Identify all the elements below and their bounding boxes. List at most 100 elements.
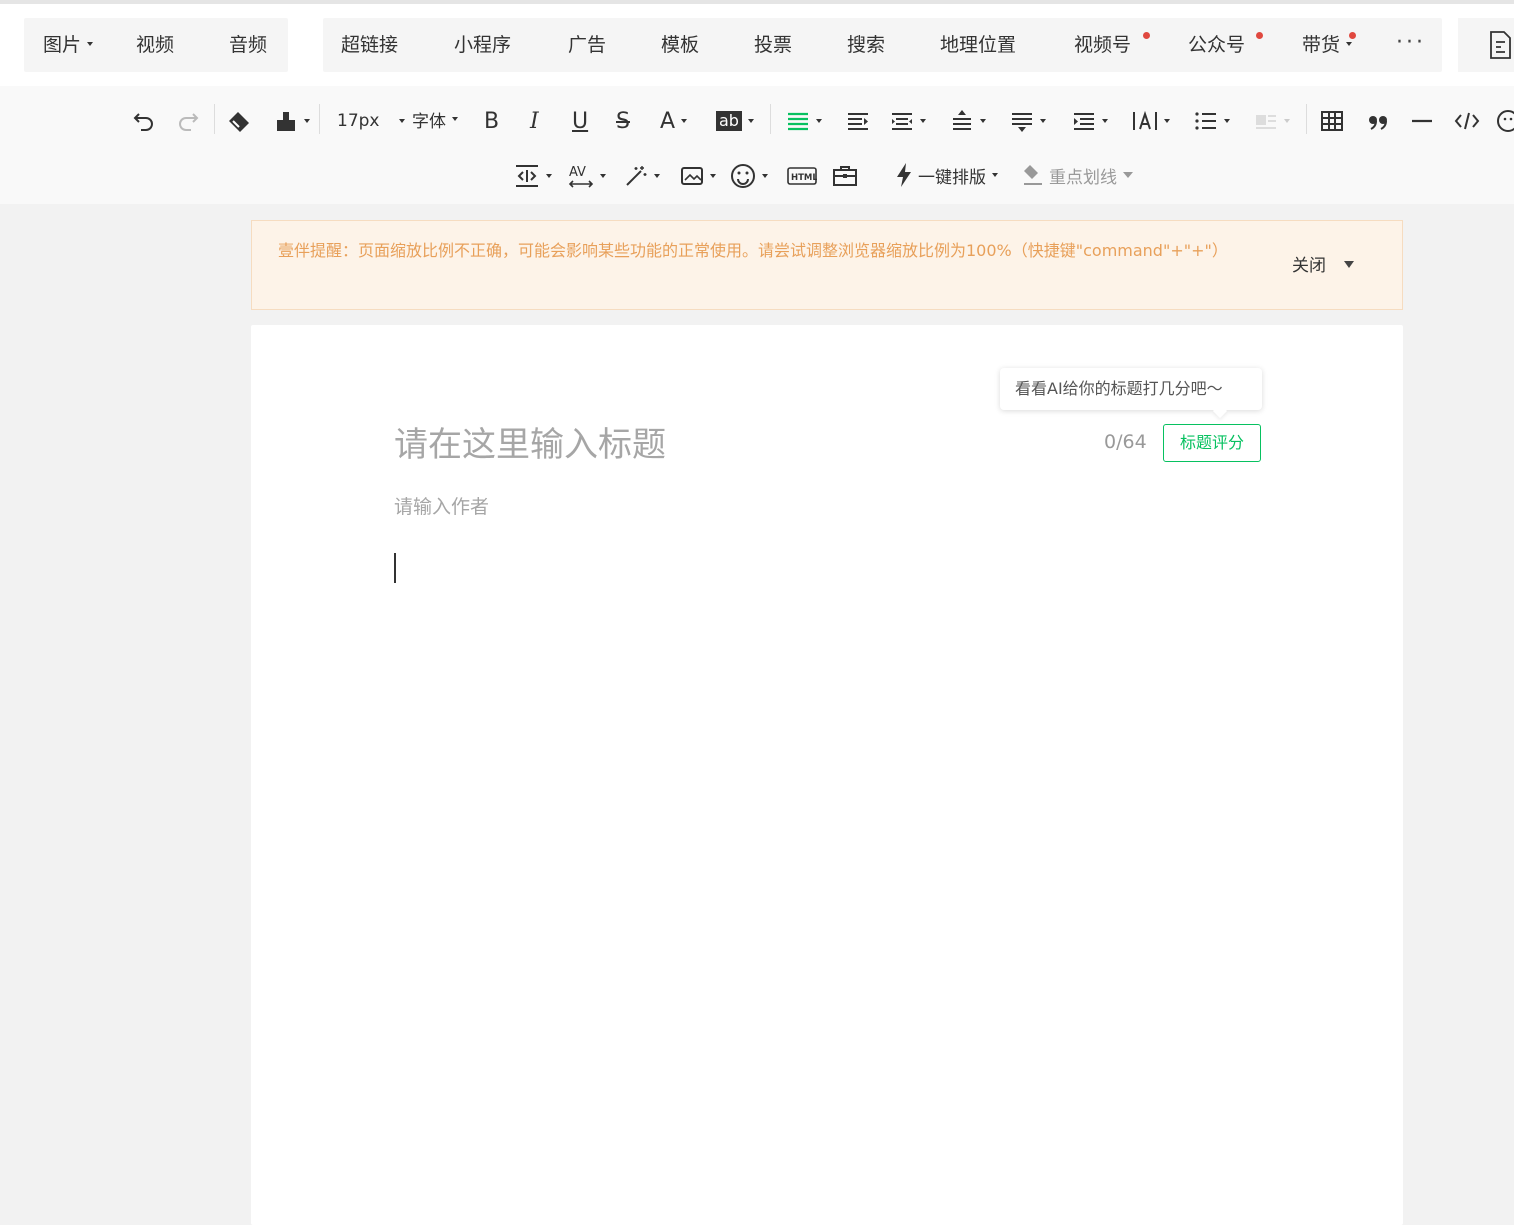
auto-layout-button[interactable]: 一键排版	[894, 160, 998, 190]
highlighter-icon	[1024, 165, 1042, 185]
insert-ad-button[interactable]: 广告	[568, 18, 606, 72]
emoji-button[interactable]	[1496, 106, 1514, 136]
highlight-underline-button[interactable]: 重点划线	[1022, 160, 1133, 190]
insert-search-button[interactable]: 搜索	[847, 18, 885, 72]
insert-template-button[interactable]: 模板	[661, 18, 699, 72]
author-input[interactable]	[394, 490, 894, 524]
insert-table-button[interactable]	[1320, 106, 1344, 136]
title-char-count: 0/64	[1104, 431, 1147, 453]
sticker-button[interactable]	[730, 161, 768, 191]
new-badge	[1143, 32, 1150, 39]
vertical-spacing-icon	[516, 165, 538, 187]
divider	[214, 104, 215, 134]
text-indent-icon	[1074, 113, 1094, 130]
margin-icon	[892, 113, 912, 130]
font-family-select[interactable]: 字体	[412, 104, 458, 134]
align-justify-icon	[788, 112, 808, 131]
list-button[interactable]	[1194, 106, 1230, 136]
toolbox-button[interactable]	[832, 161, 858, 191]
eraser-icon	[229, 112, 249, 132]
format-painter-button[interactable]	[274, 106, 310, 136]
lightning-icon	[897, 163, 911, 187]
insert-channels-button[interactable]: 视频号	[1074, 18, 1131, 72]
briefcase-icon	[833, 166, 857, 186]
align-button[interactable]	[786, 106, 822, 136]
underline-button[interactable]: U	[572, 106, 588, 136]
table-icon	[1321, 111, 1343, 131]
insert-toolbar: 图片 视频 音频 超链接 小程序 广告 模板 投票 搜索 地理位置 视频号 公众…	[0, 4, 1514, 86]
strikethrough-button[interactable]: S	[616, 106, 630, 136]
insert-audio-button[interactable]: 音频	[229, 18, 267, 72]
margin-button[interactable]	[890, 106, 926, 136]
insert-hyperlink-button[interactable]: 超链接	[341, 18, 398, 72]
side-panel-button[interactable]	[1458, 18, 1514, 72]
paragraph-spacing-button[interactable]	[950, 106, 986, 136]
letter-spacing-button[interactable]	[1132, 106, 1170, 136]
title-input[interactable]	[394, 420, 1084, 470]
paint-brush-icon	[277, 112, 295, 131]
spacing-icon	[953, 110, 971, 130]
av-spacing-icon: AV	[568, 165, 594, 188]
background-color-button[interactable]: ab	[716, 106, 754, 136]
undo-icon	[133, 113, 153, 131]
more-icon[interactable]: ···	[1396, 18, 1426, 72]
float-icon	[1256, 115, 1276, 129]
italic-button[interactable]: I	[530, 106, 539, 136]
insert-official-account-button[interactable]: 公众号	[1188, 18, 1245, 72]
float-button[interactable]	[1254, 106, 1290, 136]
html-icon: HTML	[787, 167, 817, 185]
chevron-down-icon	[87, 41, 94, 46]
magic-wand-icon	[626, 166, 647, 186]
document-icon	[1490, 31, 1511, 59]
font-color-button[interactable]: A	[660, 106, 688, 136]
quote-button[interactable]	[1366, 106, 1390, 136]
character-spacing-button[interactable]: AV	[568, 161, 606, 191]
emoji-icon	[731, 164, 755, 188]
line-spacing-button[interactable]	[1010, 106, 1046, 136]
html-button[interactable]: HTML	[787, 161, 817, 191]
image-icon	[681, 167, 703, 185]
content-editor[interactable]	[394, 547, 1260, 1147]
ai-title-tooltip: 看看AI给你的标题打几分吧～	[1000, 368, 1262, 410]
font-size-select[interactable]: 17px	[337, 106, 406, 136]
svg-text:AV: AV	[569, 165, 586, 180]
letter-spacing-icon	[1133, 110, 1157, 130]
clear-format-button[interactable]	[226, 106, 252, 136]
svg-text:HTML: HTML	[791, 173, 817, 183]
warning-text: 壹伴提醒：页面缩放比例不正确，可能会影响某些功能的正常使用。请尝试调整浏览器缩放…	[278, 241, 1228, 260]
quote-icon	[1369, 116, 1387, 130]
vertical-spacing-button[interactable]	[514, 161, 552, 191]
insert-image-button[interactable]: 图片	[43, 18, 94, 72]
title-score-button[interactable]: 标题评分	[1163, 424, 1261, 462]
magic-wand-button[interactable]	[624, 161, 660, 191]
indent-icon	[848, 113, 868, 130]
image-style-button[interactable]	[680, 161, 716, 191]
redo-button[interactable]	[176, 106, 200, 136]
new-badge	[1256, 32, 1263, 39]
editor-panel: 看看AI给你的标题打几分吧～ 0/64 标题评分	[251, 325, 1403, 1225]
insert-miniprogram-button[interactable]: 小程序	[454, 18, 511, 72]
bold-button[interactable]: B	[484, 106, 499, 136]
text-cursor	[394, 553, 396, 583]
insert-product-button[interactable]: 带货	[1302, 18, 1353, 72]
indent-button[interactable]	[846, 106, 870, 136]
divider-line-button[interactable]	[1410, 106, 1434, 136]
smile-icon	[1497, 110, 1514, 132]
divider	[770, 104, 771, 134]
chevron-down-icon[interactable]	[1344, 261, 1354, 268]
zoom-warning-banner: 壹伴提醒：页面缩放比例不正确，可能会影响某些功能的正常使用。请尝试调整浏览器缩放…	[251, 220, 1403, 310]
line-height-icon	[1012, 113, 1032, 132]
first-line-indent-button[interactable]	[1072, 106, 1108, 136]
list-icon	[1195, 112, 1216, 130]
undo-button[interactable]	[132, 106, 156, 136]
horizontal-rule-icon	[1412, 119, 1432, 123]
insert-location-button[interactable]: 地理位置	[940, 18, 1016, 72]
insert-video-button[interactable]: 视频	[136, 18, 174, 72]
code-button[interactable]	[1454, 106, 1480, 136]
chevron-down-icon	[1346, 41, 1353, 46]
code-icon	[1454, 112, 1480, 130]
close-button[interactable]: 关闭	[1292, 251, 1326, 276]
redo-icon	[179, 113, 199, 131]
insert-vote-button[interactable]: 投票	[754, 18, 792, 72]
new-badge	[1349, 32, 1356, 39]
